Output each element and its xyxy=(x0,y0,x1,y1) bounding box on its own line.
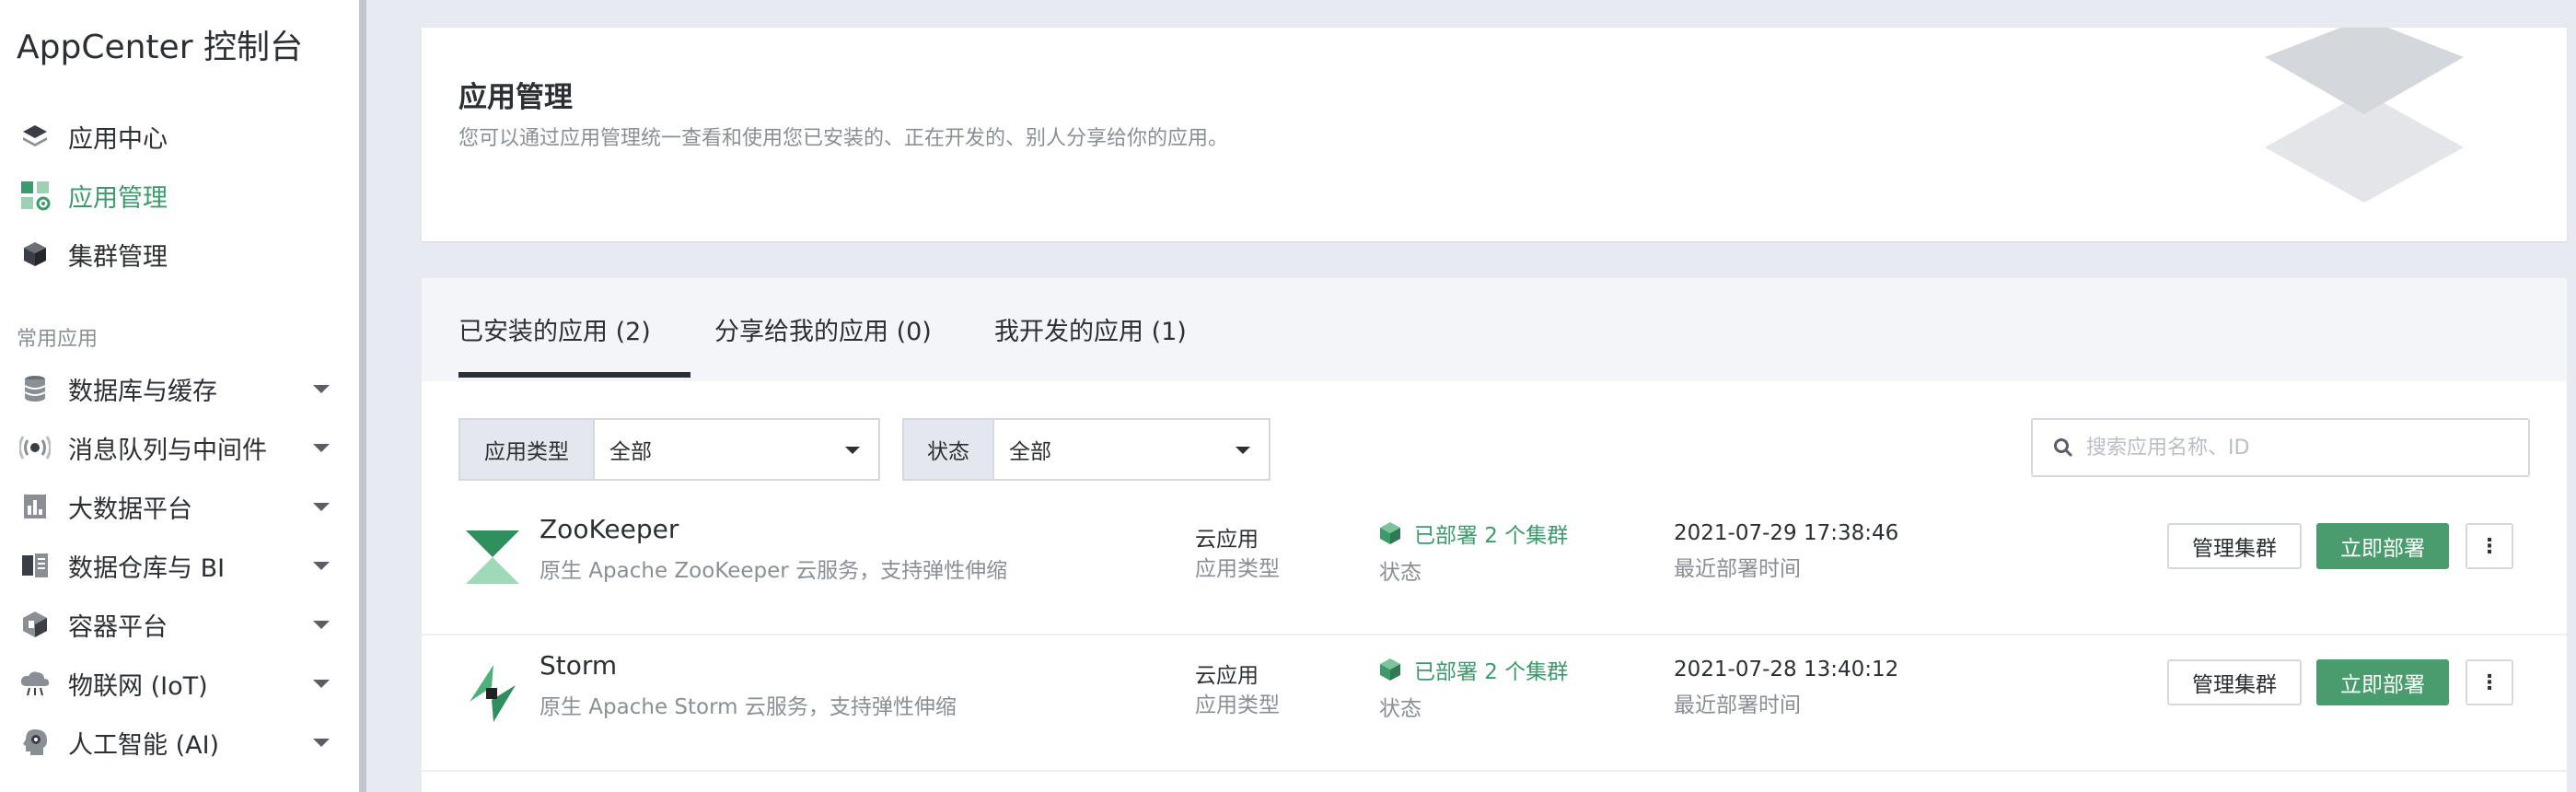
more-options-button[interactable]: ⋮ xyxy=(2466,659,2513,705)
app-type-filter: 应用类型 全部 xyxy=(458,418,880,481)
search-box xyxy=(2031,418,2530,477)
nav-item-app-center[interactable]: 应用中心 xyxy=(17,114,339,158)
bar-chart-icon xyxy=(17,488,53,525)
chevron-down-icon xyxy=(313,739,330,747)
category-big-data[interactable]: 大数据平台 xyxy=(17,484,339,529)
nav-item-label: 应用管理 xyxy=(68,183,168,213)
deploy-time-caption: 最近部署时间 xyxy=(1674,693,1801,717)
category-database-cache[interactable]: 数据库与缓存 xyxy=(17,367,339,411)
cloud-iot-icon xyxy=(17,665,53,702)
category-label: 大数据平台 xyxy=(68,495,192,524)
sidebar-resize-handle[interactable] xyxy=(359,0,366,792)
container-icon xyxy=(17,606,53,643)
deploy-time: 2021-07-29 17:38:46 xyxy=(1674,521,1899,545)
stack-icon xyxy=(17,118,53,155)
zookeeper-logo-icon xyxy=(466,530,519,584)
nav-item-label: 应用中心 xyxy=(68,124,168,154)
app-type-select[interactable]: 全部 xyxy=(595,420,878,479)
status-filter: 状态 全部 xyxy=(902,418,1271,481)
app-type-value: 云应用 xyxy=(1195,528,1259,552)
deploy-now-button[interactable]: 立即部署 xyxy=(2316,659,2449,705)
tab-installed-apps[interactable]: 已安装的应用 (2) xyxy=(458,311,651,347)
category-ai[interactable]: 人工智能 (AI) xyxy=(17,720,339,764)
chevron-down-icon xyxy=(313,562,330,570)
page-description: 您可以通过应用管理统一查看和使用您已安装的、正在开发的、别人分享给你的应用。 xyxy=(458,127,1229,150)
tab-shared-apps[interactable]: 分享给我的应用 (0) xyxy=(714,311,932,347)
app-row-storm: Storm 原生 Apache Storm 云服务，支持弹性伸缩 云应用 应用类… xyxy=(422,635,2567,772)
status-text: 已部署 2 个集群 xyxy=(1414,524,1569,548)
grid-gear-icon xyxy=(17,177,53,214)
cube-status-icon xyxy=(1380,658,1400,681)
tab-bar: 已安装的应用 (2) 分享给我的应用 (0) 我开发的应用 (1) xyxy=(422,278,2567,381)
category-label: 容器平台 xyxy=(68,612,168,642)
chevron-down-icon xyxy=(313,680,330,688)
category-message-queue[interactable]: 消息队列与中间件 xyxy=(17,425,339,470)
deploy-now-button[interactable]: 立即部署 xyxy=(2316,523,2449,569)
search-icon xyxy=(2054,438,2073,458)
app-type-caption: 应用类型 xyxy=(1195,693,1280,717)
section-label-common-apps: 常用应用 xyxy=(17,328,99,351)
chevron-down-icon xyxy=(313,621,330,629)
tab-developed-apps[interactable]: 我开发的应用 (1) xyxy=(994,311,1187,347)
search-input[interactable] xyxy=(2086,436,2510,460)
manage-cluster-button[interactable]: 管理集群 xyxy=(2167,659,2302,705)
book-icon xyxy=(17,547,53,584)
app-name[interactable]: Storm xyxy=(540,650,617,681)
layers-illustration-icon xyxy=(2265,28,2464,203)
app-row-zookeeper: ZooKeeper 原生 Apache ZooKeeper 云服务，支持弹性伸缩… xyxy=(422,499,2567,635)
page-header: 应用管理 您可以通过应用管理统一查看和使用您已安装的、正在开发的、别人分享给你的… xyxy=(422,28,2567,241)
app-list-panel: 应用类型 全部 状态 全部 ZooKeeper 原生 Apache ZooKee… xyxy=(422,381,2567,792)
category-label: 数据库与缓存 xyxy=(68,377,217,406)
app-description: 原生 Apache ZooKeeper 云服务，支持弹性伸缩 xyxy=(540,559,1008,583)
deploy-time-caption: 最近部署时间 xyxy=(1674,557,1801,581)
category-label: 人工智能 (AI) xyxy=(68,730,220,760)
storm-logo-icon xyxy=(470,665,516,722)
ai-head-icon xyxy=(17,724,53,761)
app-title: AppCenter 控制台 xyxy=(17,29,303,66)
category-data-warehouse[interactable]: 数据仓库与 BI xyxy=(17,543,339,588)
status-badge[interactable]: 已部署 2 个集群 xyxy=(1379,518,1568,549)
chevron-down-icon xyxy=(313,503,330,511)
chevron-down-icon xyxy=(313,385,330,393)
active-tab-indicator xyxy=(458,372,690,378)
status-badge[interactable]: 已部署 2 个集群 xyxy=(1379,654,1568,685)
filter-label: 应用类型 xyxy=(460,420,595,479)
category-label: 物联网 (IoT) xyxy=(68,671,208,701)
more-options-button[interactable]: ⋮ xyxy=(2466,523,2513,569)
select-value: 全部 xyxy=(609,440,652,464)
sidebar: AppCenter 控制台 应用中心 应用管理 集群管理 常用应用 数据库与缓存… xyxy=(0,0,359,792)
manage-cluster-button[interactable]: 管理集群 xyxy=(2167,523,2302,569)
select-value: 全部 xyxy=(1009,440,1051,464)
cube-icon xyxy=(17,236,53,273)
cube-status-icon xyxy=(1380,522,1400,544)
app-name[interactable]: ZooKeeper xyxy=(540,514,679,544)
nav-item-cluster-management[interactable]: 集群管理 xyxy=(17,232,339,276)
status-text: 已部署 2 个集群 xyxy=(1414,660,1569,684)
app-type-value: 云应用 xyxy=(1195,664,1259,688)
chevron-down-icon xyxy=(845,447,860,454)
nav-item-label: 集群管理 xyxy=(68,242,168,272)
category-container-platform[interactable]: 容器平台 xyxy=(17,602,339,646)
category-label: 数据仓库与 BI xyxy=(68,553,226,583)
broadcast-icon xyxy=(17,429,53,466)
page-title: 应用管理 xyxy=(458,81,573,114)
chevron-down-icon xyxy=(313,444,330,452)
status-select[interactable]: 全部 xyxy=(994,420,1269,479)
nav-item-app-management[interactable]: 应用管理 xyxy=(17,173,339,217)
status-caption: 状态 xyxy=(1379,561,1421,585)
filter-label: 状态 xyxy=(904,420,994,479)
category-iot[interactable]: 物联网 (IoT) xyxy=(17,661,339,705)
status-caption: 状态 xyxy=(1379,697,1421,721)
chevron-down-icon xyxy=(1236,447,1250,454)
app-type-caption: 应用类型 xyxy=(1195,557,1280,581)
app-description: 原生 Apache Storm 云服务，支持弹性伸缩 xyxy=(540,695,957,719)
database-icon xyxy=(17,370,53,407)
deploy-time: 2021-07-28 13:40:12 xyxy=(1674,658,1899,681)
category-label: 消息队列与中间件 xyxy=(68,436,267,465)
